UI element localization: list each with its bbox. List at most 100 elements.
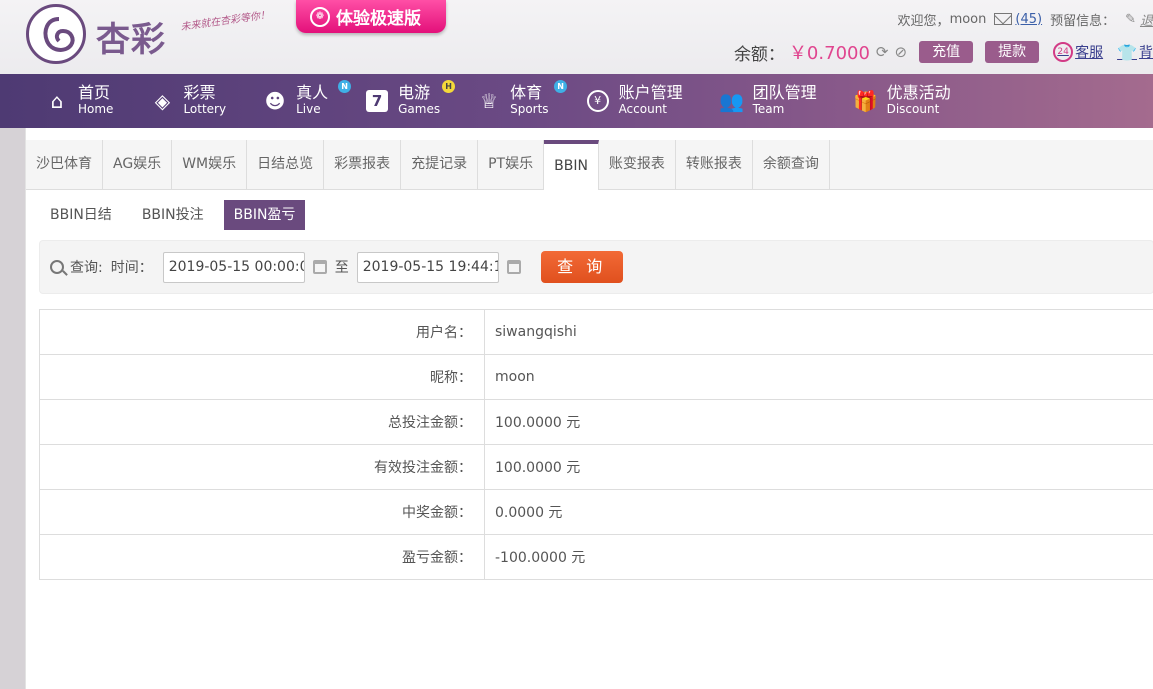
tab-lottery-report[interactable]: 彩票报表 bbox=[324, 140, 402, 189]
query-label: 查询: bbox=[70, 260, 103, 276]
tab-saba-sports[interactable]: 沙巴体育 bbox=[26, 140, 103, 189]
nav-discount-en: Discount bbox=[886, 102, 940, 116]
table-row: 昵称： moon bbox=[39, 354, 1153, 400]
row-value: -100.0000 元 bbox=[484, 534, 1153, 580]
nav-games-en: Games bbox=[398, 102, 441, 116]
calendar-icon[interactable] bbox=[312, 260, 327, 274]
nav-item-sports[interactable]: ♕ 体育 Sports N bbox=[476, 74, 568, 128]
nav-item-team[interactable]: 👥 团队管理 Team bbox=[719, 74, 816, 128]
row-label: 有效投注金额： bbox=[39, 444, 485, 490]
row-value: 100.0000 元 bbox=[484, 399, 1153, 445]
username: moon bbox=[949, 11, 987, 27]
user-info-line: 欢迎您， moon (45) 预留信息： ✎ 退 bbox=[897, 10, 1153, 29]
hot-badge: H bbox=[442, 80, 456, 93]
tab-pt[interactable]: PT娱乐 bbox=[478, 140, 545, 189]
report-tabs: 沙巴体育 AG娱乐 WM娱乐 日结总览 彩票报表 充提记录 PT娱乐 BBIN … bbox=[26, 140, 1153, 190]
nav-lottery-en: Lottery bbox=[183, 102, 227, 116]
main-content: 沙巴体育 AG娱乐 WM娱乐 日结总览 彩票报表 充提记录 PT娱乐 BBIN … bbox=[25, 128, 1153, 689]
hide-balance-eye-icon[interactable]: ⊘ bbox=[895, 43, 908, 61]
row-value: siwangqishi bbox=[484, 309, 1153, 355]
nav-item-discount[interactable]: 🎁 优惠活动 Discount bbox=[853, 74, 951, 128]
mail-icon[interactable] bbox=[994, 13, 1013, 25]
nav-item-games[interactable]: 7 电游 Games H bbox=[364, 74, 456, 128]
gift-icon: 🎁 bbox=[853, 89, 879, 113]
recharge-button[interactable]: 充值 bbox=[919, 41, 974, 63]
shirt-icon: 👕 bbox=[1117, 42, 1137, 62]
subtab-bbin-bets[interactable]: BBIN投注 bbox=[132, 200, 214, 230]
nav-item-home[interactable]: ⌂ 首页 Home bbox=[44, 74, 114, 128]
logout-link[interactable]: 退 bbox=[1140, 10, 1153, 29]
nav-sports-en: Sports bbox=[510, 102, 549, 116]
promo-fast-version-button[interactable]: ❁ 体验极速版 bbox=[296, 0, 446, 33]
team-users-icon: 👥 bbox=[719, 89, 745, 113]
tab-wm[interactable]: WM娱乐 bbox=[172, 140, 248, 189]
live-dealer-icon: ☻ bbox=[264, 89, 286, 113]
nav-home-cn: 首页 bbox=[78, 83, 111, 102]
table-row: 总投注金额： 100.0000 元 bbox=[39, 399, 1153, 445]
trophy-icon: ♕ bbox=[480, 89, 499, 113]
nav-account-en: Account bbox=[618, 102, 668, 116]
tab-account-change-report[interactable]: 账变报表 bbox=[598, 140, 676, 189]
skin-link[interactable]: 👕 背 bbox=[1117, 42, 1153, 62]
table-row: 用户名： siwangqishi bbox=[39, 309, 1153, 355]
nav-item-account[interactable]: ¥ 账户管理 Account bbox=[585, 74, 683, 128]
tab-transfer-report[interactable]: 转账报表 bbox=[675, 140, 753, 189]
nav-item-live[interactable]: ☻ 真人 Live N bbox=[262, 74, 352, 128]
nav-home-en: Home bbox=[78, 102, 114, 116]
query-bar: 查询: 时间： 至 查 询 bbox=[39, 240, 1153, 294]
withdraw-button[interactable]: 提款 bbox=[985, 41, 1040, 63]
query-button[interactable]: 查 询 bbox=[540, 251, 623, 283]
service-24h-icon: 24 bbox=[1053, 42, 1074, 62]
row-value: 100.0000 元 bbox=[484, 444, 1153, 490]
welcome-text: 欢迎您， bbox=[897, 13, 950, 29]
end-time-input[interactable] bbox=[356, 251, 499, 283]
home-icon: ⌂ bbox=[50, 89, 64, 113]
row-value: 0.0000 元 bbox=[484, 489, 1153, 535]
row-label: 用户名： bbox=[39, 309, 485, 355]
site-logo[interactable]: 杏彩 未来就在杏彩等你！ bbox=[24, 2, 274, 68]
profit-loss-table: 用户名： siwangqishi 昵称： moon 总投注金额： 100.0000 元… bbox=[39, 309, 1153, 580]
edit-icon[interactable]: ✎ bbox=[1125, 12, 1136, 27]
logo-emblem-icon bbox=[26, 4, 86, 64]
nav-item-lottery[interactable]: ◈ 彩票 Lottery bbox=[149, 74, 226, 128]
tab-deposit-withdraw-records[interactable]: 充提记录 bbox=[401, 140, 479, 189]
subtab-bbin-daily[interactable]: BBIN日结 bbox=[40, 200, 122, 230]
balance-label: 余额： bbox=[733, 44, 785, 65]
row-label: 总投注金额： bbox=[39, 399, 485, 445]
subtab-bbin-profit-loss[interactable]: BBIN盈亏 bbox=[223, 200, 306, 230]
customer-service-label: 客服 bbox=[1075, 45, 1104, 61]
calendar-icon[interactable] bbox=[506, 260, 521, 274]
nav-lottery-cn: 彩票 bbox=[183, 83, 216, 102]
new-badge: N bbox=[338, 80, 352, 93]
lottery-ticket-icon: ◈ bbox=[154, 89, 171, 113]
skin-label: 背 bbox=[1139, 45, 1153, 61]
yen-coin-icon: ¥ bbox=[585, 88, 611, 114]
nav-discount-cn: 优惠活动 bbox=[886, 83, 951, 102]
table-row: 有效投注金额： 100.0000 元 bbox=[39, 444, 1153, 490]
balance-row: 余额： ￥0.7000 ⟳ ⊘ 充值 提款 24 客服 👕 背 bbox=[733, 40, 1153, 65]
tab-bbin[interactable]: BBIN bbox=[544, 140, 599, 190]
table-row: 盈亏金额： -100.0000 元 bbox=[39, 534, 1153, 580]
start-time-input[interactable] bbox=[162, 251, 305, 283]
tab-ag[interactable]: AG娱乐 bbox=[103, 140, 173, 189]
tab-daily-overview[interactable]: 日结总览 bbox=[247, 140, 325, 189]
time-label: 时间： bbox=[110, 260, 153, 276]
customer-service-link[interactable]: 24 客服 bbox=[1053, 42, 1103, 62]
row-label: 昵称： bbox=[39, 354, 485, 400]
refresh-icon[interactable]: ⟳ bbox=[876, 43, 889, 61]
slot-seven-icon: 7 bbox=[364, 88, 390, 114]
header: 杏彩 未来就在杏彩等你！ ❁ 体验极速版 欢迎您， moon (45) 预留信息… bbox=[0, 0, 1153, 74]
app-logo-icon: ❁ bbox=[310, 6, 330, 27]
bbin-subtabs: BBIN日结 BBIN投注 BBIN盈亏 bbox=[40, 200, 306, 230]
promo-label: 体验极速版 bbox=[336, 9, 421, 29]
nav-live-en: Live bbox=[296, 102, 321, 116]
tab-balance-query[interactable]: 余额查询 bbox=[752, 140, 830, 189]
message-count-link[interactable]: (45) bbox=[1015, 12, 1042, 27]
to-label: 至 bbox=[334, 260, 349, 276]
reserved-info-label: 预留信息： bbox=[1050, 13, 1116, 29]
nav-live-cn: 真人 bbox=[296, 83, 329, 102]
logo-text: 杏彩 bbox=[96, 20, 166, 60]
nav-sports-cn: 体育 bbox=[510, 83, 543, 102]
table-row: 中奖金额： 0.0000 元 bbox=[39, 489, 1153, 535]
row-label: 中奖金额： bbox=[39, 489, 485, 535]
